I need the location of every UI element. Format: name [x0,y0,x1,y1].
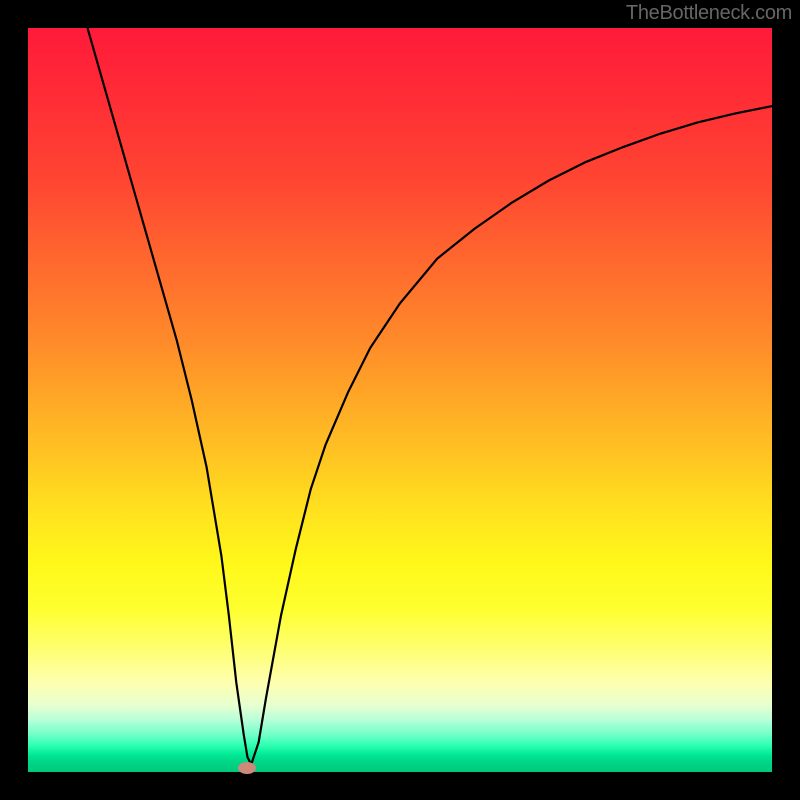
optimal-point-marker [238,762,256,774]
bottleneck-curve [28,28,772,772]
watermark-text: TheBottleneck.com [626,2,792,25]
chart-plot-area [28,28,772,772]
